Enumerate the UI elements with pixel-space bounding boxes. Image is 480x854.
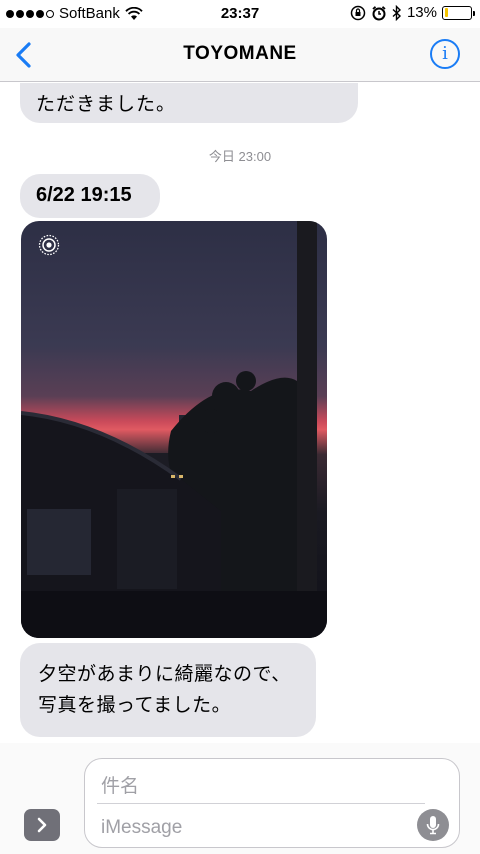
date-message-text: 6/22 19:15: [36, 184, 132, 206]
live-photo-icon[interactable]: [38, 234, 60, 256]
bluetooth-icon: [392, 4, 401, 21]
info-button[interactable]: i: [430, 39, 460, 69]
sunset-photo[interactable]: [21, 221, 327, 638]
date-message-bubble[interactable]: 6/22 19:15: [20, 174, 160, 218]
battery-icon: [442, 5, 475, 20]
subject-field[interactable]: 件名: [101, 771, 139, 798]
compose-divider: [97, 803, 425, 804]
previous-message-text: ただきました。: [36, 94, 177, 115]
expand-apps-button[interactable]: [24, 809, 60, 841]
conversation: ただきました。 今日 23:00 6/22 19:15 夕空があまりに綺麗なので…: [0, 83, 480, 743]
microphone-icon: [426, 816, 440, 835]
compose-box[interactable]: 件名 iMessage: [84, 758, 460, 848]
battery-percent: 13%: [406, 4, 437, 21]
message-timestamp: 今日 23:00: [208, 149, 272, 164]
dictation-button[interactable]: [417, 809, 449, 841]
text-message-line: 写真を撮ってました。: [38, 695, 232, 716]
alarm-icon: [372, 5, 386, 20]
chevron-right-icon: [37, 817, 47, 833]
status-bar: SoftBank 23:37 13%: [0, 0, 480, 28]
status-right: 13%: [350, 4, 475, 21]
nav-bar: TOYOMANE i: [0, 28, 480, 82]
message-input[interactable]: iMessage: [101, 817, 182, 839]
text-message-bubble[interactable]: 夕空があまりに綺麗なので、 写真を撮ってました。: [20, 643, 316, 737]
battery-level: [444, 8, 448, 17]
previous-message-bubble[interactable]: ただきました。: [20, 83, 358, 123]
rotation-lock-icon: [350, 5, 366, 20]
contact-name[interactable]: TOYOMANE: [0, 43, 480, 65]
text-message-line: 夕空があまりに綺麗なので、: [38, 664, 291, 685]
input-bar: 件名 iMessage: [0, 743, 480, 854]
